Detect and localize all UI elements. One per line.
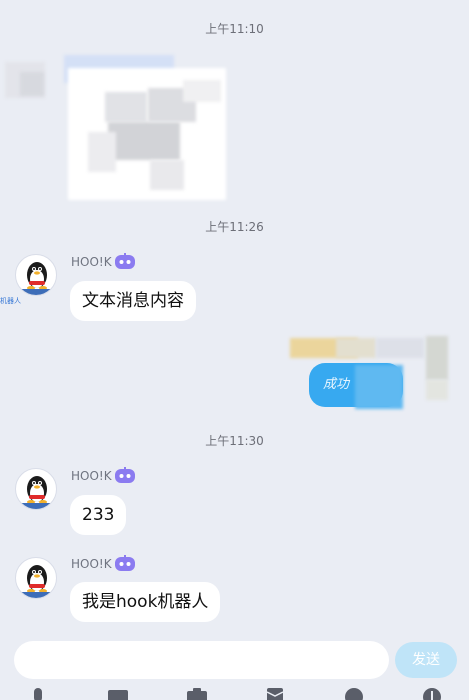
robot-icon — [115, 253, 135, 269]
qq-penguin-icon — [20, 565, 54, 598]
message-input[interactable] — [14, 641, 389, 679]
sender-name: HOO!K — [71, 469, 112, 483]
qq-penguin-icon — [20, 262, 54, 295]
avatar[interactable] — [15, 254, 57, 296]
avatar-tag: 机器人 — [0, 297, 21, 305]
robot-icon — [115, 467, 135, 483]
plus-icon[interactable] — [421, 686, 443, 700]
sender-name: HOO!K — [71, 557, 112, 571]
message-bubble[interactable]: 233 — [70, 495, 127, 535]
emoji-icon[interactable] — [343, 686, 365, 700]
timestamp-1110: 上午11:10 — [205, 22, 264, 36]
image-icon[interactable] — [107, 686, 129, 700]
timestamp-1126: 上午11:26 — [205, 220, 264, 234]
voice-icon[interactable] — [27, 686, 49, 700]
outgoing-redaction — [355, 365, 403, 409]
avatar[interactable] — [15, 468, 57, 510]
send-button[interactable]: 发送 — [395, 642, 457, 678]
timestamp-1130: 上午11:30 — [205, 434, 264, 448]
camera-icon[interactable] — [186, 686, 208, 700]
avatar[interactable] — [15, 557, 57, 599]
sender-name: HOO!K — [71, 255, 112, 269]
robot-icon — [115, 555, 135, 571]
message-bubble[interactable]: 我是hook机器人 — [70, 582, 221, 622]
qq-penguin-icon — [20, 476, 54, 509]
red-packet-icon[interactable] — [264, 686, 286, 700]
message-bubble[interactable]: 文本消息内容 — [70, 281, 196, 321]
